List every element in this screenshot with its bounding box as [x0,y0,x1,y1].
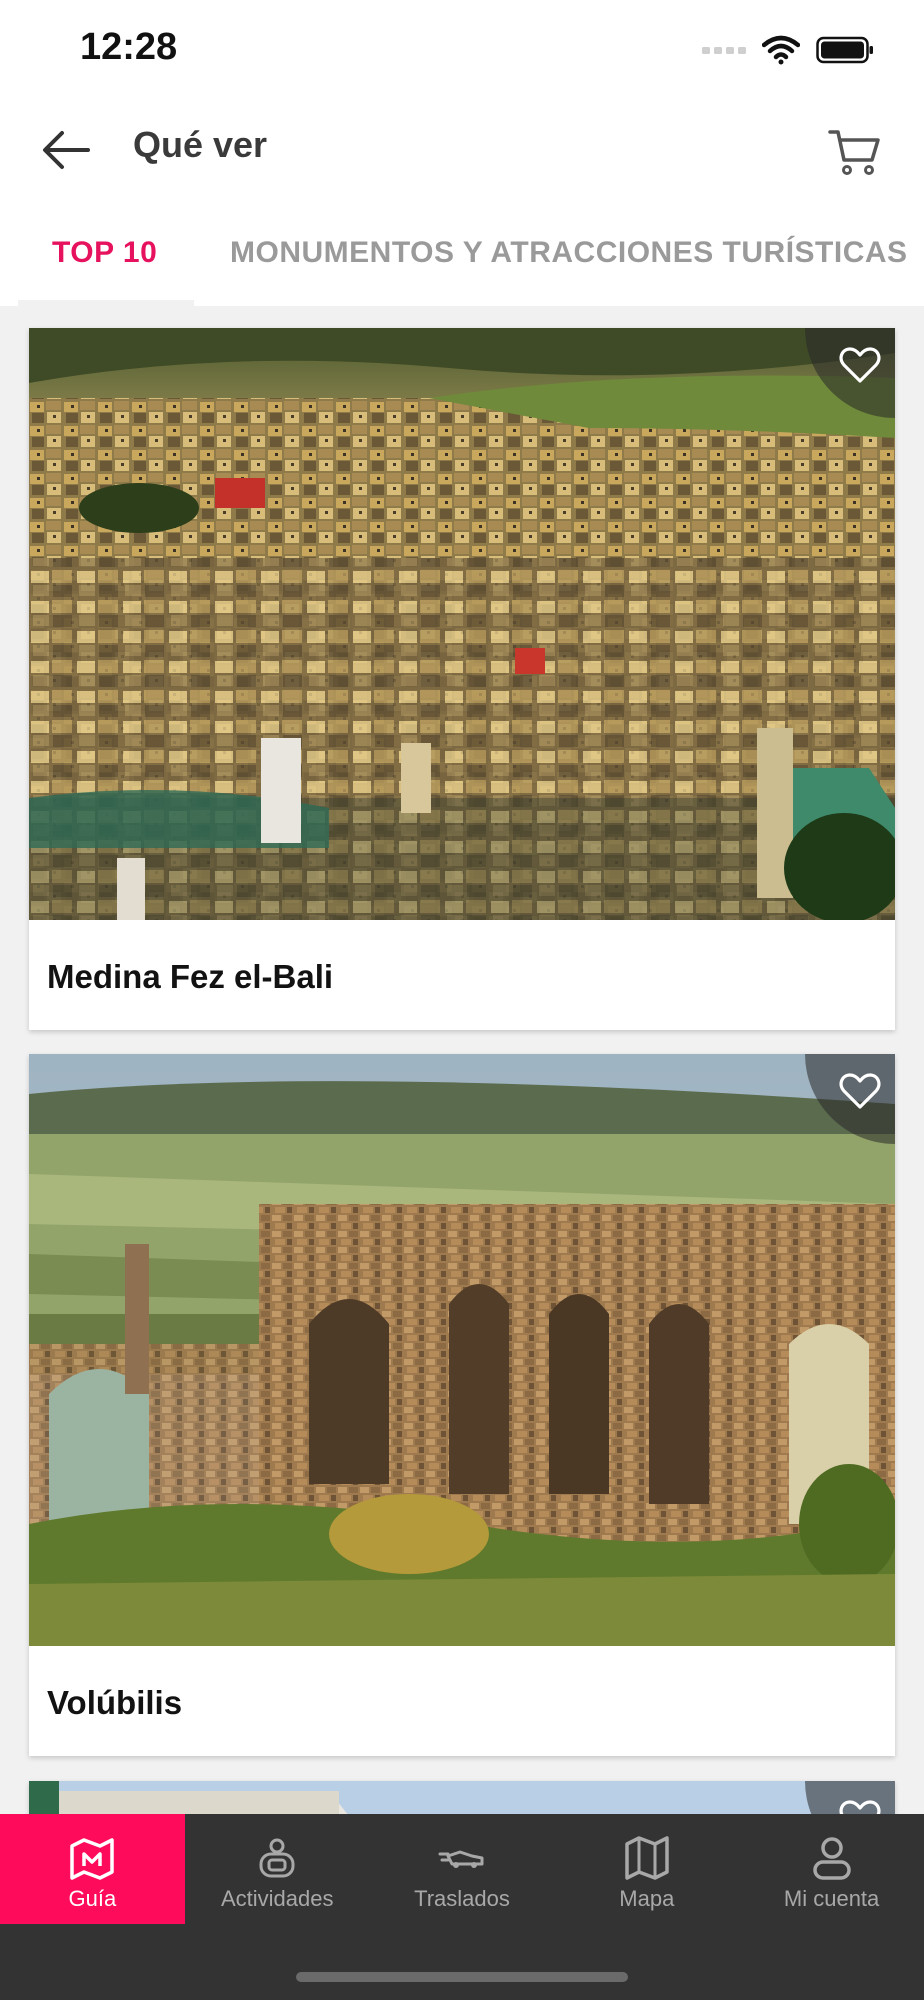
bottom-nav: Guía Actividades Traslados Mapa Mi cuent… [0,1814,924,1924]
home-area [0,1924,924,2000]
back-arrow-icon [43,131,90,169]
nav-label: Traslados [414,1886,510,1911]
status-time: 12:28 [80,26,178,68]
nav-traslados[interactable]: Traslados [370,1814,555,1924]
nav-actividades[interactable]: Actividades [185,1814,370,1924]
nav-label: Mapa [619,1886,675,1911]
place-image-medina [29,328,895,920]
medina-photo [29,328,895,920]
place-image-volubilis [29,1054,895,1646]
status-bar: 12:28 [0,0,924,100]
nav-label: Actividades [220,1886,334,1911]
tab-indicator [18,300,194,306]
header: Qué ver [0,100,924,200]
nav-label: Mi cuenta [783,1886,880,1911]
heart-icon [839,347,881,383]
nav-guia[interactable]: Guía [0,1814,185,1924]
heart-icon [839,1073,881,1109]
tab-top-10[interactable]: TOP 10 [52,236,157,270]
place-card[interactable]: Volúbilis [29,1054,895,1756]
activities-icon [259,1838,295,1878]
nav-label: Guía [68,1886,117,1911]
cart-button[interactable] [822,118,886,182]
user-icon [812,1837,851,1880]
tab-bar: TOP 10 MONUMENTOS Y ATRACCIONES TURÍSTIC… [0,200,924,306]
car-icon [438,1850,484,1868]
nav-mi-cuenta[interactable]: Mi cuenta [739,1814,924,1924]
volubilis-photo [29,1054,895,1646]
place-title: Medina Fez el-Bali [47,958,334,995]
wifi-icon [762,35,800,65]
place-card[interactable]: Medina Fez el-Bali [29,328,895,1030]
screen: 12:28 Qué ver TOP 10 MONUMENTOS Y ATRACC… [0,0,924,2000]
cart-icon [828,130,880,175]
map-icon [625,1836,669,1880]
home-indicator[interactable] [296,1972,628,1982]
nav-mapa[interactable]: Mapa [554,1814,739,1924]
signal-icon [702,47,746,54]
back-button[interactable] [36,120,96,180]
tab-monumentos[interactable]: MONUMENTOS Y ATRACCIONES TURÍSTICAS [230,236,908,270]
page-title: Qué ver [133,124,268,165]
battery-icon [816,36,873,64]
place-title: Volúbilis [47,1684,183,1721]
map-pin-icon [70,1838,115,1880]
status-icons [702,34,874,66]
